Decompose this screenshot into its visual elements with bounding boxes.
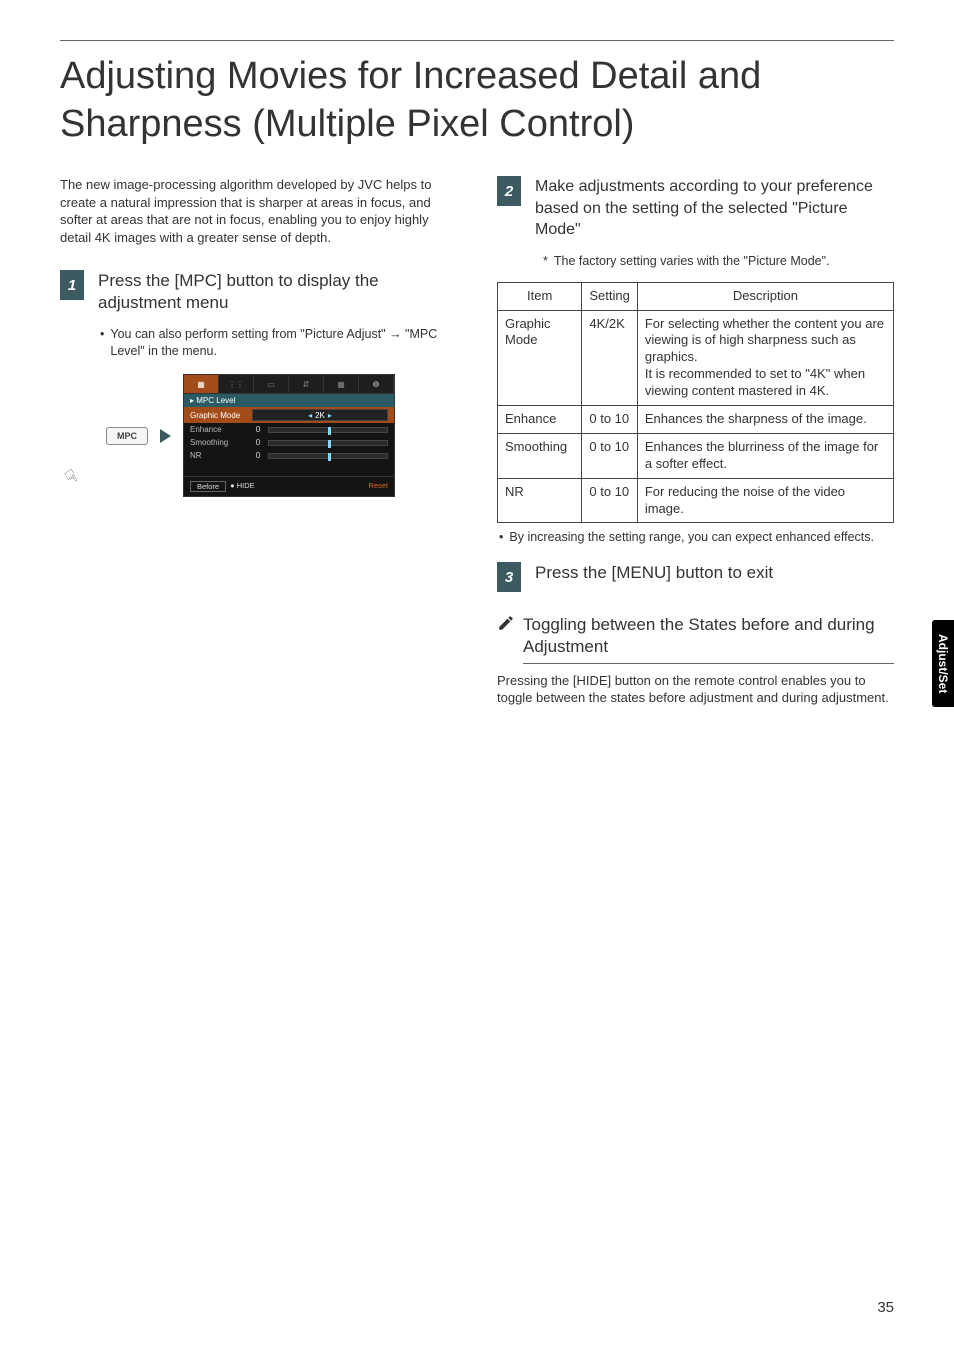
remote-wrap: MPC ☟	[106, 427, 148, 445]
page-number: 35	[877, 1299, 894, 1316]
table-row: NR 0 to 10 For reducing the noise of the…	[498, 478, 894, 523]
osd-section-head: ▸ MPC Level	[184, 394, 394, 407]
osd-graphic-label: Graphic Mode	[190, 411, 248, 420]
cell-setting: 0 to 10	[582, 433, 637, 478]
bullet-dot: •	[499, 529, 503, 546]
osd-row-enhance: Enhance 0	[184, 423, 394, 436]
page-title: Adjusting Movies for Increased Detail an…	[60, 53, 894, 148]
step-2-footnote: * The factory setting varies with the "P…	[543, 253, 894, 270]
right-column: 2 Make adjustments according to your pre…	[497, 176, 894, 707]
step-2: 2 Make adjustments according to your pre…	[497, 176, 894, 241]
cell-setting: 4K/2K	[582, 310, 637, 405]
cell-desc: For selecting whether the content you ar…	[637, 310, 893, 405]
osd-row-nr: NR 0	[184, 449, 394, 462]
osd-nr-label: NR	[190, 451, 248, 460]
step-2-footnote-text: The factory setting varies with the "Pic…	[554, 253, 830, 270]
table-row: Graphic Mode 4K/2K For selecting whether…	[498, 310, 894, 405]
osd-footer-left: Before ● HIDE	[190, 481, 255, 492]
remote-and-menu-illustration: MPC ☟ ▦ ⋮⋮ ▭ ⇵ ▦ ❶ ▸ MPC Level Graphic M…	[106, 374, 457, 497]
pen-icon	[497, 614, 515, 637]
step-3-number: 3	[497, 562, 521, 592]
hand-icon: ☟	[61, 465, 81, 489]
table-row: Smoothing 0 to 10 Enhances the blurrines…	[498, 433, 894, 478]
osd-tabs: ▦ ⋮⋮ ▭ ⇵ ▦ ❶	[184, 375, 394, 394]
cell-desc: For reducing the noise of the video imag…	[637, 478, 893, 523]
two-column-layout: The new image-processing algorithm devel…	[60, 176, 894, 707]
osd-nr-val: 0	[252, 451, 264, 460]
osd-slider	[268, 453, 388, 459]
footnote-star: *	[543, 253, 548, 270]
table-row: Enhance 0 to 10 Enhances the sharpness o…	[498, 406, 894, 434]
cell-item: Graphic Mode	[498, 310, 582, 405]
step-1-bullet: • You can also perform setting from "Pic…	[100, 326, 457, 360]
th-setting: Setting	[582, 282, 637, 310]
step-1-text: Press the [MPC] button to display the ad…	[98, 270, 457, 314]
osd-spin-text: 2K	[315, 411, 325, 420]
osd-row-graphic-mode: Graphic Mode ◂2K▸	[184, 407, 394, 423]
osd-tab-icon: ▦	[184, 375, 219, 393]
osd-tab-icon: ▭	[254, 375, 289, 393]
osd-enhance-val: 0	[252, 425, 264, 434]
subheading-body: Pressing the [HIDE] button on the remote…	[497, 672, 894, 707]
osd-tab-icon: ⇵	[289, 375, 324, 393]
th-description: Description	[637, 282, 893, 310]
osd-hide-label: ● HIDE	[230, 481, 255, 492]
osd-tab-icon: ▦	[324, 375, 359, 393]
osd-head-text: MPC Level	[196, 396, 235, 405]
step-3: 3 Press the [MENU] button to exit	[497, 562, 894, 592]
step-3-text: Press the [MENU] button to exit	[535, 562, 894, 584]
side-tab-adjust-set: Adjust/Set	[932, 620, 954, 707]
arrow-icon	[160, 429, 171, 443]
step-1-number: 1	[60, 270, 84, 300]
osd-slider	[268, 427, 388, 433]
top-rule	[60, 40, 894, 41]
osd-before-button: Before	[190, 481, 226, 492]
osd-footer: Before ● HIDE Reset	[184, 476, 394, 496]
cell-item: Smoothing	[498, 433, 582, 478]
intro-paragraph: The new image-processing algorithm devel…	[60, 176, 457, 246]
step-1: 1 Press the [MPC] button to display the …	[60, 270, 457, 314]
step-2-text: Make adjustments according to your prefe…	[535, 176, 894, 241]
bullet-dot: •	[100, 326, 104, 360]
osd-row-smoothing: Smoothing 0	[184, 436, 394, 449]
osd-smoothing-label: Smoothing	[190, 438, 248, 447]
mpc-remote-button: MPC	[106, 427, 148, 445]
cell-desc: Enhances the blurriness of the image for…	[637, 433, 893, 478]
cell-setting: 0 to 10	[582, 406, 637, 434]
table-note-text: By increasing the setting range, you can…	[509, 529, 874, 546]
osd-menu-panel: ▦ ⋮⋮ ▭ ⇵ ▦ ❶ ▸ MPC Level Graphic Mode ◂2…	[183, 374, 395, 497]
osd-enhance-label: Enhance	[190, 425, 248, 434]
cell-item: Enhance	[498, 406, 582, 434]
osd-tab-icon: ⋮⋮	[219, 375, 254, 393]
cell-item: NR	[498, 478, 582, 523]
cell-desc: Enhances the sharpness of the image.	[637, 406, 893, 434]
osd-reset-button: Reset	[368, 481, 388, 492]
settings-table: Item Setting Description Graphic Mode 4K…	[497, 282, 894, 524]
subheading-toggling: Toggling between the States before and d…	[497, 614, 894, 663]
osd-smoothing-val: 0	[252, 438, 264, 447]
th-item: Item	[498, 282, 582, 310]
left-column: The new image-processing algorithm devel…	[60, 176, 457, 707]
cell-setting: 0 to 10	[582, 478, 637, 523]
osd-graphic-value: ◂2K▸	[252, 409, 388, 421]
osd-tab-icon: ❶	[359, 375, 394, 393]
table-note: • By increasing the setting range, you c…	[499, 529, 894, 546]
osd-slider	[268, 440, 388, 446]
subheading-text: Toggling between the States before and d…	[523, 614, 894, 663]
step-1-bullet-text: You can also perform setting from "Pictu…	[110, 326, 457, 360]
step-2-number: 2	[497, 176, 521, 206]
